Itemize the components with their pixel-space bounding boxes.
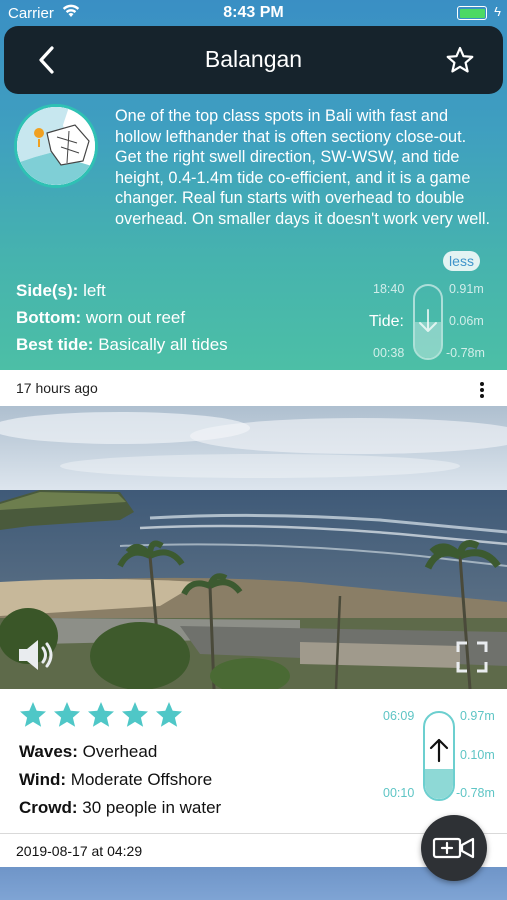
video-add-icon bbox=[432, 837, 475, 859]
wind-row: Wind: Moderate Offshore bbox=[19, 770, 212, 790]
tide-high-height: 0.91m bbox=[449, 282, 484, 296]
rating-star-icon bbox=[52, 700, 82, 730]
map-sketch-icon bbox=[17, 107, 95, 185]
fullscreen-icon[interactable] bbox=[456, 641, 488, 673]
spot-description: One of the top class spots in Bali with … bbox=[115, 107, 491, 228]
rating-star-icon bbox=[154, 700, 184, 730]
waves-value: Overhead bbox=[82, 742, 158, 761]
battery-icon bbox=[457, 6, 487, 20]
spot-map-thumbnail[interactable] bbox=[14, 104, 98, 188]
bottom-row: Bottom: worn out reef bbox=[16, 308, 185, 328]
crowd-row: Crowd: 30 people in water bbox=[19, 798, 221, 818]
report-tide-high-height: 0.97m bbox=[460, 709, 495, 723]
wind-label: Wind: bbox=[19, 770, 67, 789]
sound-toggle-icon[interactable] bbox=[16, 636, 56, 674]
crowd-value: 30 people in water bbox=[82, 798, 222, 817]
surf-photo-image bbox=[0, 406, 507, 689]
navigation-bar: Balangan bbox=[4, 26, 503, 94]
waves-label: Waves: bbox=[19, 742, 78, 761]
rating-star-icon bbox=[86, 700, 116, 730]
surf-photo[interactable] bbox=[0, 406, 507, 689]
post-header: 17 hours ago bbox=[0, 370, 507, 406]
tide-low-time: 00:38 bbox=[373, 346, 405, 360]
waves-row: Waves: Overhead bbox=[19, 742, 157, 762]
tide-low-height: -0.78m bbox=[446, 346, 485, 360]
bottom-value: worn out reef bbox=[85, 308, 186, 327]
tide-falling-arrow-icon bbox=[419, 309, 437, 332]
crowd-label: Crowd: bbox=[19, 798, 78, 817]
sides-value: left bbox=[83, 281, 106, 300]
best-tide-label: Best tide: bbox=[16, 335, 94, 354]
best-tide-value: Basically all tides bbox=[98, 335, 228, 354]
wind-value: Moderate Offshore bbox=[70, 770, 213, 789]
report-tide-low-height: -0.78m bbox=[456, 786, 495, 800]
charging-bolt-icon: ϟ bbox=[494, 4, 501, 19]
report-tide-current-height: 0.10m bbox=[460, 748, 495, 762]
spot-title: Balangan bbox=[204, 46, 303, 72]
sides-label: Side(s): bbox=[16, 281, 79, 300]
post-time-ago: 17 hours ago bbox=[16, 380, 98, 396]
status-bar: Carrier 8:43 PM ϟ bbox=[0, 0, 507, 26]
tide-current-height: 0.06m bbox=[449, 314, 484, 328]
rating-stars bbox=[18, 700, 188, 730]
tide-label: Tide: bbox=[369, 313, 404, 330]
tide-high-time: 18:40 bbox=[373, 282, 405, 296]
less-toggle[interactable]: less bbox=[443, 251, 480, 271]
bottom-label: Bottom: bbox=[16, 308, 82, 327]
best-tide-row: Best tide: Basically all tides bbox=[16, 335, 228, 355]
favorite-star-icon[interactable] bbox=[445, 45, 475, 75]
post-date: 2019-08-17 at 04:29 bbox=[16, 843, 143, 859]
report-tide-high-time: 06:09 bbox=[383, 709, 415, 723]
sides-row: Side(s): left bbox=[16, 281, 106, 301]
add-video-button[interactable] bbox=[421, 815, 487, 881]
report-tide-low-time: 00:10 bbox=[383, 786, 415, 800]
clock: 8:43 PM bbox=[223, 4, 284, 21]
rating-star-icon bbox=[18, 700, 48, 730]
tide-rising-arrow-icon bbox=[429, 738, 449, 763]
rating-star-icon bbox=[120, 700, 150, 730]
post-more-menu-icon[interactable] bbox=[479, 381, 485, 401]
surf-report: Waves: Overhead Wind: Moderate Offshore … bbox=[0, 689, 507, 833]
